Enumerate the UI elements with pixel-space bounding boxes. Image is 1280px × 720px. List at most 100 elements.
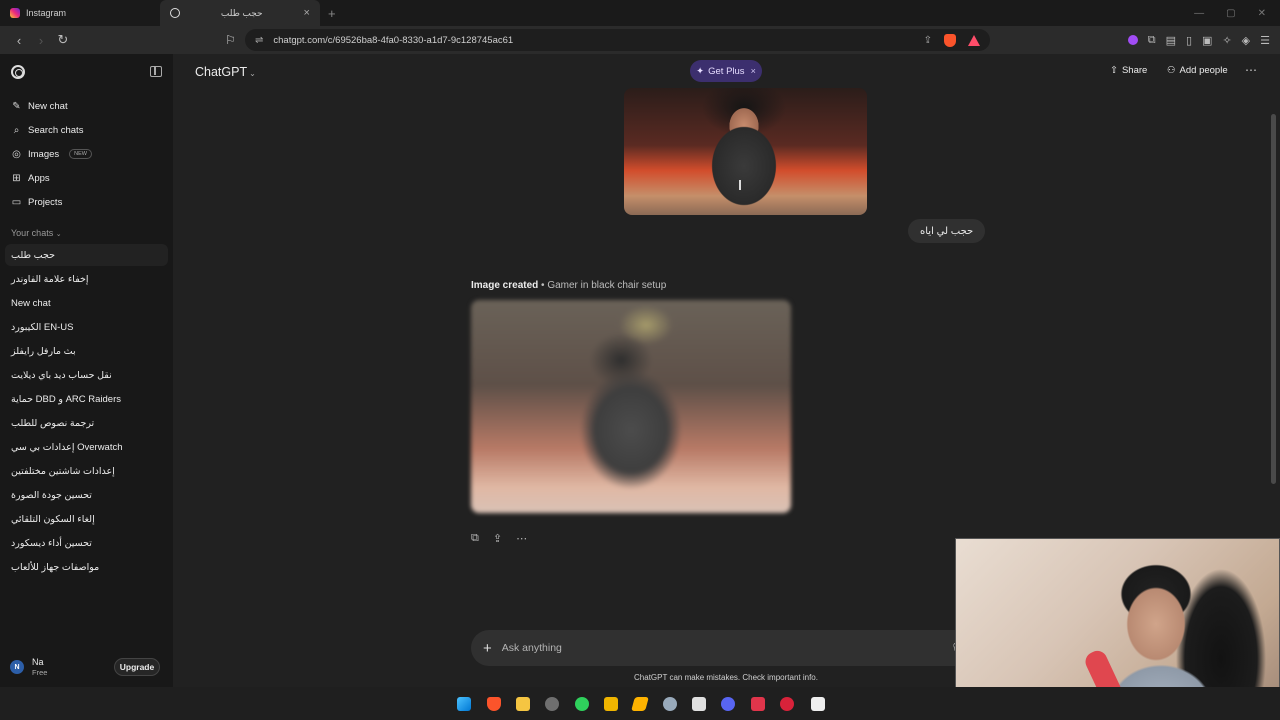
- share-button[interactable]: ⇧ Share: [1110, 65, 1147, 76]
- sidebar-item-images[interactable]: ◎ Images NEW: [11, 144, 92, 164]
- openai-logo-icon[interactable]: [11, 65, 25, 79]
- chat-history-item[interactable]: إخفاء علامة الفاوندر: [5, 268, 168, 290]
- generated-image[interactable]: [471, 300, 791, 513]
- app-icon[interactable]: [604, 697, 618, 711]
- close-sidebar-icon[interactable]: [150, 66, 162, 77]
- sidebar-item-label: Search chats: [28, 124, 84, 136]
- more-icon[interactable]: ⋯: [516, 532, 527, 545]
- chat-history-item[interactable]: نقل حساب ديد باي ديلايت: [5, 364, 168, 386]
- sidebar-toggle-icon[interactable]: ▯: [1186, 34, 1192, 47]
- brave-rewards-icon[interactable]: [968, 34, 980, 46]
- user-name: Na: [32, 657, 44, 667]
- forward-icon[interactable]: ›: [30, 33, 52, 48]
- spotify-icon[interactable]: [575, 697, 589, 711]
- chat-history-item[interactable]: ترجمة نصوص للطلب: [5, 412, 168, 434]
- settings-icon[interactable]: [545, 697, 559, 711]
- brave-browser-icon[interactable]: [487, 697, 501, 711]
- sidebar-item-label: Projects: [28, 196, 63, 208]
- caption-bold: Image created: [471, 280, 539, 291]
- app-icon[interactable]: [811, 697, 825, 711]
- new-badge: NEW: [69, 149, 92, 159]
- back-icon[interactable]: ‹: [8, 33, 30, 48]
- chat-history-item[interactable]: مواصفات جهاز للألعاب: [5, 556, 168, 578]
- url-text: chatgpt.com/c/69526ba8-4fa0-8330-a1d7-9c…: [273, 34, 514, 46]
- vpn-icon[interactable]: ◈: [1242, 34, 1250, 47]
- sparkle-icon: ✦: [696, 65, 705, 77]
- chatgpt-favicon-icon: [170, 8, 180, 18]
- close-tab-icon[interactable]: ×: [304, 7, 310, 19]
- reload-icon[interactable]: ↻: [52, 32, 74, 48]
- images-icon: ◎: [12, 148, 21, 160]
- windows-start-icon[interactable]: [457, 697, 471, 711]
- shirt-logo: [739, 180, 755, 190]
- leo-sparkle-icon[interactable]: ✧: [1222, 34, 1231, 47]
- minimize-icon[interactable]: —: [1194, 8, 1204, 19]
- new-tab-button[interactable]: +: [320, 6, 344, 21]
- share-icon[interactable]: ⇪: [493, 532, 502, 545]
- sidebar-item-new-chat[interactable]: ✎ New chat: [11, 96, 68, 116]
- capcut-icon[interactable]: [692, 697, 706, 711]
- chat-history-item[interactable]: بث مارفل رايفلز: [5, 340, 168, 362]
- share-page-icon[interactable]: ⇪: [924, 35, 932, 46]
- sidebar-item-label: Apps: [28, 172, 50, 184]
- upgrade-button[interactable]: Upgrade: [114, 658, 160, 676]
- wallet2-icon[interactable]: ▣: [1202, 34, 1212, 47]
- instagram-icon: [10, 8, 20, 18]
- add-people-button[interactable]: ⚇ Add people: [1167, 65, 1228, 76]
- chat-history-item[interactable]: إعدادات شاشتين مختلفتين: [5, 460, 168, 482]
- sidebar-item-projects[interactable]: ▭ Projects: [11, 192, 63, 212]
- app-icon[interactable]: [780, 697, 794, 711]
- sidebar-item-label: Images: [28, 148, 60, 160]
- uploaded-image[interactable]: [624, 88, 867, 215]
- plus-icon[interactable]: +: [483, 640, 492, 657]
- tab-title: حجب طلب: [220, 7, 263, 18]
- image-created-caption: Image created • Gamer in black chair set…: [471, 280, 666, 291]
- close-icon[interactable]: ×: [751, 66, 756, 76]
- tab-title: Instagram: [26, 8, 67, 18]
- file-explorer-icon[interactable]: [516, 697, 530, 711]
- leo-ai-icon[interactable]: [1127, 35, 1138, 45]
- your-chats-heading[interactable]: Your chats ⌄: [11, 228, 62, 238]
- add-person-icon: ⚇: [1167, 65, 1176, 76]
- sidebar-item-search-chats[interactable]: ⌕ Search chats: [11, 120, 84, 140]
- tab-chatgpt[interactable]: حجب طلب ×: [160, 0, 320, 26]
- user-profile[interactable]: N Na Free: [10, 657, 47, 677]
- maximize-icon[interactable]: ▢: [1226, 8, 1235, 19]
- tab-instagram[interactable]: Instagram: [0, 0, 160, 26]
- scrollbar[interactable]: [1271, 114, 1276, 484]
- model-selector[interactable]: ChatGPT ⌄: [195, 65, 256, 79]
- menu-icon[interactable]: ☰: [1260, 34, 1270, 47]
- chat-history-item[interactable]: الكيبورد EN-US: [5, 316, 168, 338]
- sidebar-item-apps[interactable]: ⊞ Apps: [11, 168, 50, 188]
- brave-shields-icon[interactable]: [944, 33, 956, 47]
- app-icon[interactable]: [631, 697, 649, 711]
- chat-history-item[interactable]: New chat: [5, 292, 168, 314]
- extensions-icon[interactable]: ⧉: [1148, 34, 1156, 47]
- close-window-icon[interactable]: ✕: [1258, 8, 1266, 19]
- app-icon[interactable]: [751, 697, 765, 711]
- edit-icon: ✎: [12, 100, 21, 112]
- chat-history-item[interactable]: تحسين أداء ديسكورد: [5, 532, 168, 554]
- copy-icon[interactable]: ⧉: [471, 532, 479, 545]
- url-field[interactable]: ⚐ ⇌ chatgpt.com/c/69526ba8-4fa0-8330-a1d…: [225, 29, 990, 51]
- chat-history-item[interactable]: إعدادات بي سي Overwatch: [5, 436, 168, 458]
- window-controls: — ▢ ✕: [1194, 8, 1280, 19]
- wallet-icon[interactable]: ▤: [1166, 34, 1176, 47]
- bookmark-icon[interactable]: ⚐: [225, 33, 236, 47]
- chat-history-item[interactable]: حجب طلب: [5, 244, 168, 266]
- steam-icon[interactable]: [663, 697, 677, 711]
- sidebar-item-label: New chat: [28, 100, 68, 112]
- message-actions: ⧉ ⇪ ⋯: [471, 532, 527, 545]
- taskbar: [0, 687, 1280, 720]
- chat-history-item[interactable]: إلغاء السكون التلقائي: [5, 508, 168, 530]
- apps-icon: ⊞: [12, 172, 21, 184]
- discord-icon[interactable]: [721, 697, 735, 711]
- chat-history-item[interactable]: حماية DBD و ARC Raiders: [5, 388, 168, 410]
- get-plus-button[interactable]: ✦ Get Plus ×: [690, 60, 762, 82]
- prompt-input[interactable]: Ask anything: [502, 642, 562, 654]
- user-message-bubble: حجب لي اياه: [908, 219, 986, 243]
- more-options-icon[interactable]: ⋯: [1245, 63, 1257, 77]
- site-settings-icon[interactable]: ⇌: [255, 35, 263, 46]
- chat-history-item[interactable]: تحسين جودة الصورة: [5, 484, 168, 506]
- composer[interactable]: + Ask anything 🎙: [471, 630, 976, 666]
